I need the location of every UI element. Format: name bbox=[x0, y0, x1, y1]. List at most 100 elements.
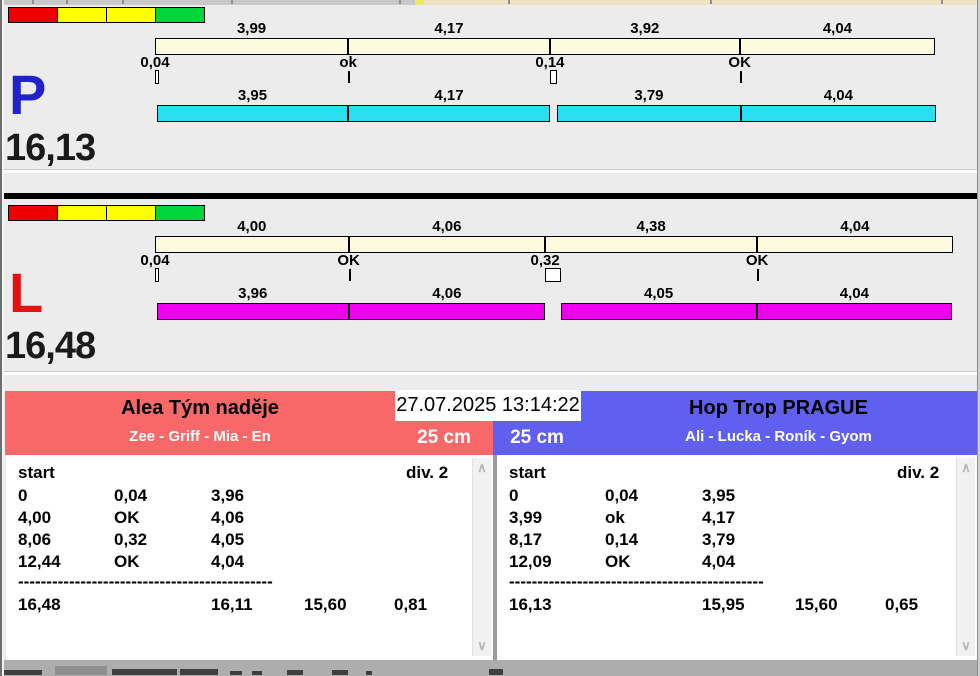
window-frame-left-highlight bbox=[2, 0, 4, 676]
traffic-light-segment bbox=[8, 7, 58, 23]
top-strip-tick bbox=[231, 0, 233, 4]
traffic-light-segment bbox=[57, 7, 107, 23]
leg-time-label: 4,04 bbox=[741, 88, 937, 104]
table-scrollbar[interactable]: ∧ ∨ bbox=[956, 458, 975, 656]
scroll-down-icon[interactable]: ∨ bbox=[473, 638, 491, 654]
table-cell: 0,14 bbox=[605, 530, 638, 550]
bottom-artifact bbox=[112, 669, 177, 675]
table-header-division: div. 2 bbox=[406, 463, 448, 483]
lane-panel-l: L 16,48 4,004,064,384,040,04OK0,32OK3,96… bbox=[0, 203, 980, 369]
table-cell: OK bbox=[114, 552, 140, 572]
interval-bar-segment bbox=[545, 236, 757, 253]
interval-bar-segment bbox=[550, 38, 740, 55]
table-total-value: 16,11 bbox=[211, 595, 253, 615]
top-strip-tick bbox=[508, 0, 510, 4]
mark-label: 0,32 bbox=[505, 253, 585, 269]
leg-bar-segment bbox=[348, 105, 550, 122]
interval-time-label: 4,38 bbox=[545, 219, 757, 235]
mark-label: ok bbox=[308, 55, 388, 71]
interval-bar-segment bbox=[349, 236, 546, 253]
mark-label: OK bbox=[309, 253, 389, 269]
table-header-start: start bbox=[509, 463, 546, 483]
table-header-start: start bbox=[18, 463, 55, 483]
leg-time-label: 4,17 bbox=[348, 88, 550, 104]
leg-bar-segment bbox=[349, 303, 546, 320]
start-gap-box bbox=[155, 268, 159, 282]
ok-tick bbox=[349, 269, 351, 281]
result-table-left: ∧ ∨ start div. 2 0 0,04 3,96 4,00 OK 4,06 8,06 0,… bbox=[6, 455, 493, 660]
top-strip-tick bbox=[710, 0, 712, 4]
mark-label: OK bbox=[717, 253, 797, 269]
table-cell: ok bbox=[605, 508, 625, 528]
bottom-artifact bbox=[180, 669, 218, 675]
table-cell: 4,04 bbox=[211, 552, 244, 572]
table-total-value: 16,48 bbox=[18, 595, 61, 615]
mark-label: 0,04 bbox=[115, 253, 195, 269]
team-name: Alea Tým naděje bbox=[5, 397, 395, 420]
leg-bar-segment bbox=[157, 303, 349, 320]
leg-time-label: 4,05 bbox=[561, 286, 757, 302]
table-cell: 8,06 bbox=[18, 530, 51, 550]
leg-time-label: 3,95 bbox=[157, 88, 348, 104]
leg-time-label: 4,04 bbox=[757, 286, 953, 302]
traffic-light-segment bbox=[8, 205, 58, 221]
top-strip-tick bbox=[941, 0, 943, 4]
top-strip-tick bbox=[32, 0, 34, 4]
separator-groove bbox=[3, 169, 977, 173]
bottom-artifact bbox=[252, 671, 262, 675]
interval-time-label: 3,92 bbox=[550, 21, 740, 37]
traffic-light-segment bbox=[57, 205, 107, 221]
interval-bar-segment bbox=[757, 236, 953, 253]
lane-panel-p: P 16,13 3,994,173,924,040,04ok0,14OK3,95… bbox=[0, 5, 980, 171]
interval-time-label: 4,04 bbox=[740, 21, 936, 37]
table-header-division: div. 2 bbox=[897, 463, 939, 483]
flyball-timing-screen: P 16,13 3,994,173,924,040,04ok0,14OK3,95… bbox=[0, 0, 980, 676]
table-cell: 4,04 bbox=[702, 552, 735, 572]
table-cell: 3,96 bbox=[211, 486, 244, 506]
start-gap-box bbox=[545, 268, 560, 282]
interval-time-label: 4,04 bbox=[757, 219, 953, 235]
scroll-down-icon[interactable]: ∨ bbox=[957, 638, 975, 654]
interval-time-label: 3,99 bbox=[155, 21, 348, 37]
top-strip-tick bbox=[122, 0, 124, 4]
jump-height-badge-left: 25 cm bbox=[395, 424, 493, 454]
team-name: Hop Trop PRAGUE bbox=[580, 397, 977, 420]
bottom-artifact bbox=[489, 669, 503, 675]
table-cell: 0,32 bbox=[114, 530, 147, 550]
table-cell: 4,05 bbox=[211, 530, 244, 550]
table-total-value: 15,95 bbox=[702, 595, 745, 615]
leg-time-label: 4,06 bbox=[349, 286, 546, 302]
table-cell: 0,04 bbox=[605, 486, 638, 506]
scroll-up-icon[interactable]: ∧ bbox=[473, 460, 491, 476]
traffic-light-segment bbox=[106, 7, 156, 23]
top-strip-tick bbox=[66, 0, 68, 4]
jump-height-badge-right: 25 cm bbox=[493, 424, 581, 454]
table-cell: OK bbox=[114, 508, 140, 528]
interval-bar-segment bbox=[740, 38, 936, 55]
table-cell: 0,04 bbox=[114, 486, 147, 506]
table-cell: OK bbox=[605, 552, 631, 572]
result-table-right: ∧ ∨ startdiv. 200,043,953,99ok4,178,170,… bbox=[497, 455, 977, 660]
leg-bar-segment bbox=[741, 105, 937, 122]
table-cell: 0 bbox=[509, 486, 518, 506]
scroll-up-icon[interactable]: ∧ bbox=[957, 460, 975, 476]
interval-time-label: 4,06 bbox=[349, 219, 546, 235]
table-cell: 3,95 bbox=[702, 486, 735, 506]
lane-letter: L bbox=[9, 265, 43, 321]
table-cell: 3,79 bbox=[702, 530, 735, 550]
start-gap-box bbox=[550, 70, 557, 84]
table-cell: 0 bbox=[18, 486, 27, 506]
table-scrollbar[interactable]: ∧ ∨ bbox=[472, 458, 491, 656]
leg-bar-segment bbox=[757, 303, 953, 320]
interval-time-label: 4,17 bbox=[348, 21, 550, 37]
start-gap-box bbox=[155, 70, 159, 84]
timestamp: 27.07.2025 13:14:22 bbox=[395, 390, 581, 421]
mark-label: OK bbox=[700, 55, 780, 71]
table-cell: 4,06 bbox=[211, 508, 244, 528]
table-cell: 8,17 bbox=[509, 530, 542, 550]
mark-label: 0,04 bbox=[115, 55, 195, 71]
leg-bar-segment bbox=[157, 105, 348, 122]
bottom-artifact bbox=[230, 671, 242, 675]
table-total-value: 16,13 bbox=[509, 595, 552, 615]
table-cell: 4,00 bbox=[18, 508, 51, 528]
